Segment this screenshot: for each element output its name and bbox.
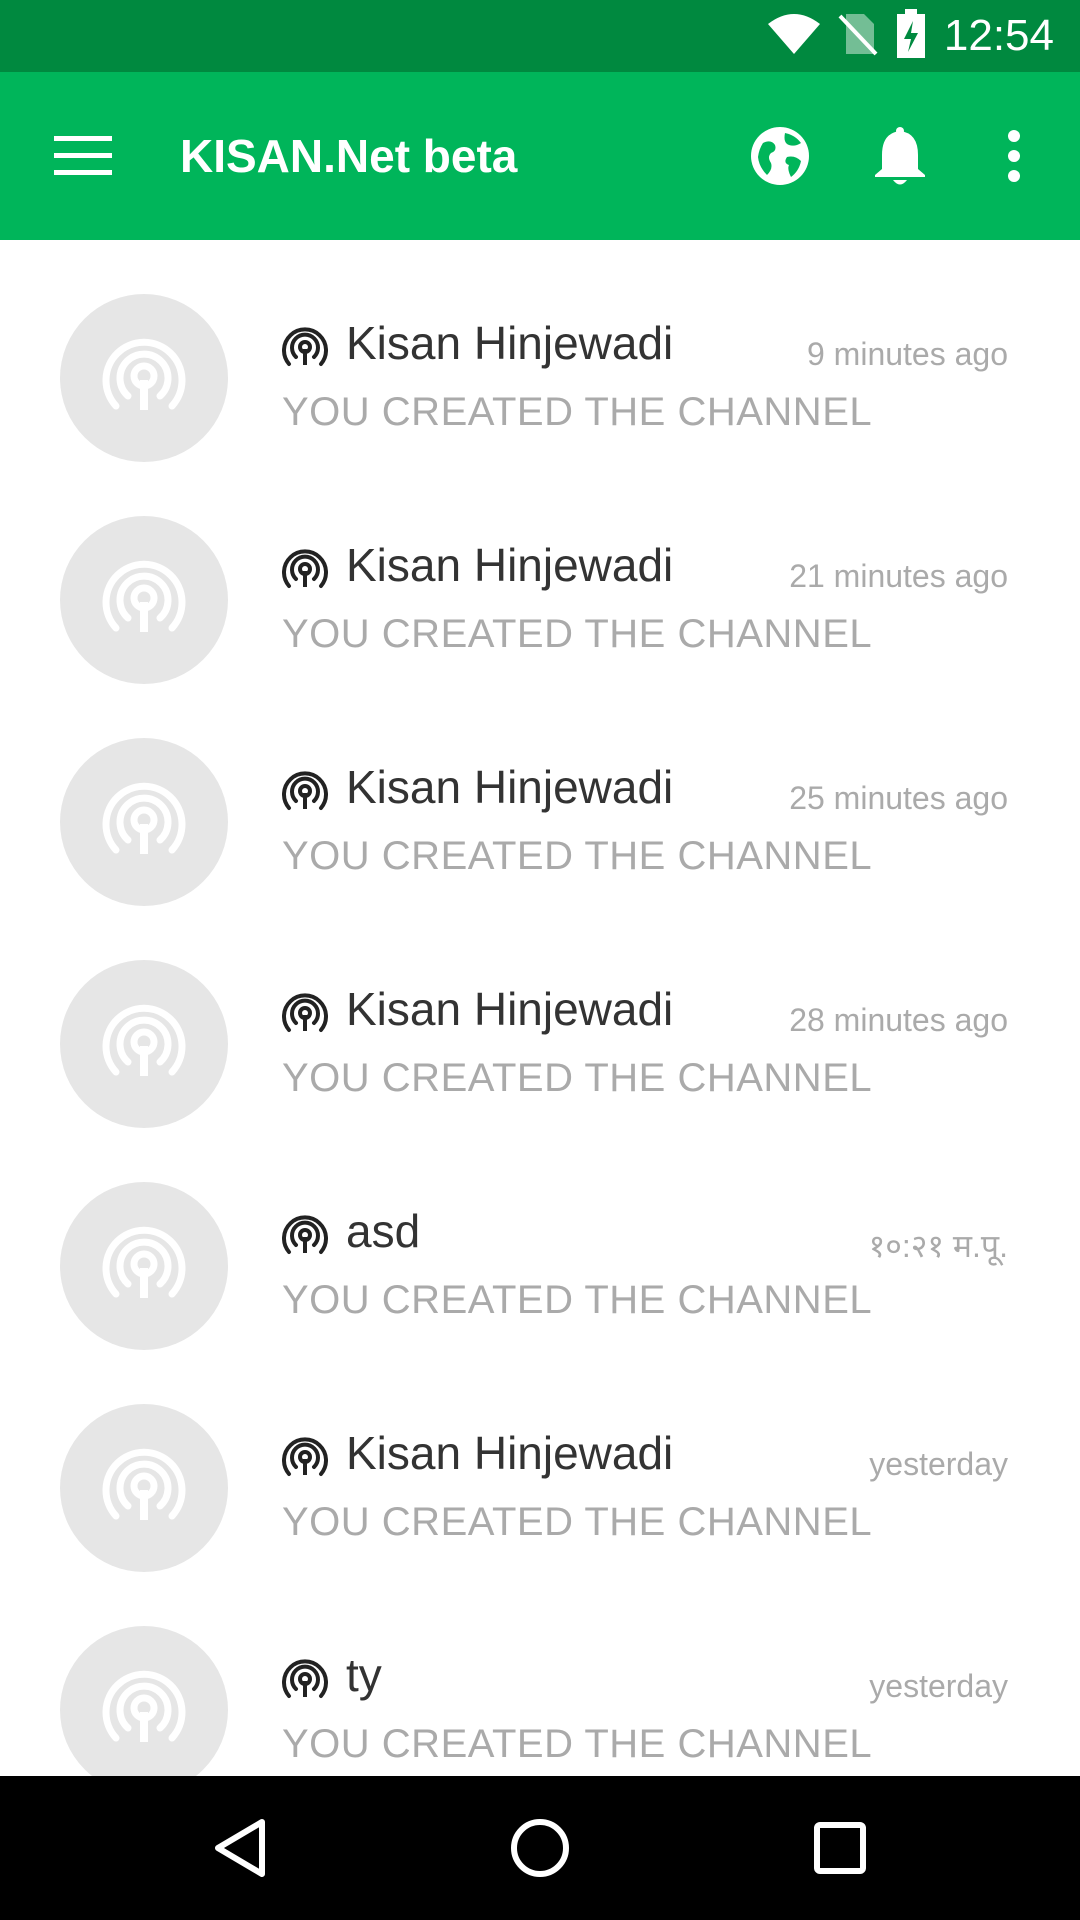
hamburger-menu-icon[interactable] (54, 132, 112, 180)
recents-icon[interactable] (804, 1812, 876, 1884)
broadcast-icon (102, 1000, 186, 1089)
channel-row[interactable]: Kisan Hinjewadi yesterday YOU CREATED THE … (0, 1350, 1080, 1572)
channel-subtitle: YOU CREATED THE CHANNEL (282, 1500, 873, 1544)
channel-avatar (60, 516, 228, 684)
channel-subtitle: YOU CREATED THE CHANNEL (282, 1722, 873, 1766)
channel-subtitle: YOU CREATED THE CHANNEL (282, 1278, 873, 1322)
globe-icon[interactable] (746, 122, 814, 190)
channel-timestamp: 21 minutes ago (789, 558, 1008, 594)
channel-timestamp: yesterday (869, 1446, 1008, 1482)
channel-avatar (60, 960, 228, 1128)
broadcast-icon (282, 990, 328, 1036)
channel-name: Kisan Hinjewadi (346, 1427, 674, 1479)
channel-row[interactable]: Kisan Hinjewadi 9 minutes ago YOU CREATED … (0, 240, 1080, 462)
status-icons (767, 8, 926, 64)
channel-name: Kisan Hinjewadi (346, 539, 674, 591)
broadcast-icon (282, 768, 328, 814)
channel-avatar (60, 294, 228, 462)
channel-avatar (60, 1182, 228, 1350)
system-nav-bar (0, 1776, 1080, 1920)
channel-name: Kisan Hinjewadi (346, 317, 674, 369)
channel-timestamp: 25 minutes ago (789, 780, 1008, 816)
broadcast-icon (102, 1444, 186, 1533)
channel-row[interactable]: Kisan Hinjewadi 28 minutes ago YOU CREATED… (0, 906, 1080, 1128)
broadcast-icon (282, 324, 328, 370)
channel-row[interactable]: Kisan Hinjewadi 25 minutes ago YOU CREATED… (0, 684, 1080, 906)
channel-avatar (60, 1626, 228, 1776)
channel-timestamp: yesterday (869, 1668, 1008, 1704)
broadcast-icon (282, 546, 328, 592)
battery-charging-icon (896, 8, 926, 64)
channel-timestamp: 9 minutes ago (806, 336, 1008, 372)
channel-row[interactable]: ty yesterday YOU CREATED THE CHANNEL (0, 1572, 1080, 1776)
broadcast-icon (282, 1434, 328, 1480)
wifi-icon (767, 13, 820, 59)
channel-row[interactable]: Kisan Hinjewadi 21 minutes ago YOU CREATED… (0, 462, 1080, 684)
home-icon[interactable] (504, 1812, 576, 1884)
broadcast-icon (282, 1656, 328, 1702)
channel-list[interactable]: Kisan Hinjewadi 9 minutes ago YOU CREATED … (0, 240, 1080, 1776)
channel-name: Kisan Hinjewadi (346, 761, 674, 813)
channel-subtitle: YOU CREATED THE CHANNEL (282, 834, 873, 878)
channel-timestamp: १०:२१ म.पू. (868, 1228, 1008, 1264)
no-sim-icon (838, 12, 878, 61)
app-bar: KISAN.Net beta (0, 72, 1080, 240)
broadcast-icon (102, 334, 186, 423)
status-time: 12:54 (943, 11, 1054, 60)
back-icon[interactable] (204, 1812, 276, 1884)
channel-avatar (60, 738, 228, 906)
broadcast-icon (102, 1666, 186, 1755)
channel-row[interactable]: asd १०:२१ म.पू. YOU CREATED THE CHANNEL (0, 1128, 1080, 1350)
broadcast-icon (102, 556, 186, 645)
channel-name: Kisan Hinjewadi (346, 983, 674, 1035)
channel-name: asd (346, 1205, 421, 1257)
broadcast-icon (102, 778, 186, 867)
app-title: KISAN.Net beta (180, 130, 518, 182)
channel-subtitle: YOU CREATED THE CHANNEL (282, 390, 873, 434)
channel-timestamp: 28 minutes ago (789, 1002, 1008, 1038)
broadcast-icon (282, 1212, 328, 1258)
channel-subtitle: YOU CREATED THE CHANNEL (282, 1056, 873, 1100)
status-bar: 12:54 (0, 0, 1080, 72)
broadcast-icon (102, 1222, 186, 1311)
overflow-menu-icon[interactable] (980, 122, 1048, 190)
bell-icon[interactable] (866, 122, 934, 190)
channel-avatar (60, 1404, 228, 1572)
channel-subtitle: YOU CREATED THE CHANNEL (282, 612, 873, 656)
channel-name: ty (346, 1649, 382, 1701)
